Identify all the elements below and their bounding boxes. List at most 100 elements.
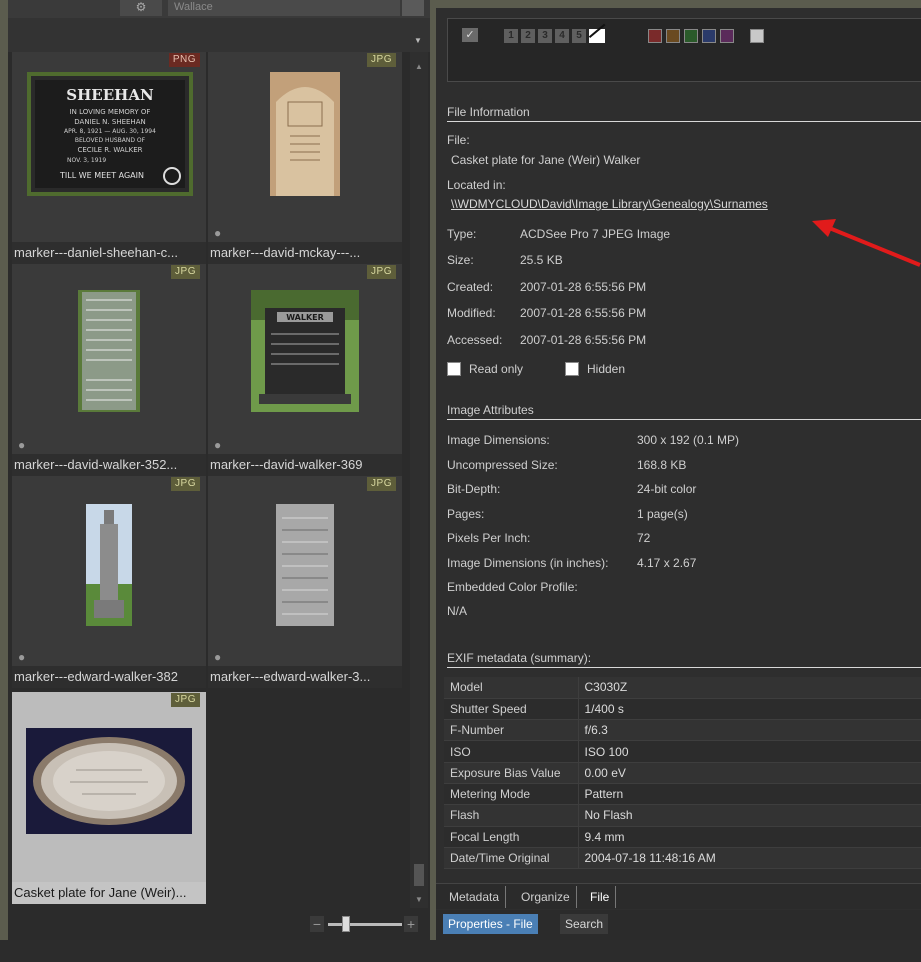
scroll-down-icon[interactable]: ▼ [415,895,423,904]
size-label: Size: [447,253,474,267]
rating-4-button[interactable]: 4 [555,29,569,43]
stone-text-line: DANIEL N. SHEEHAN [74,118,145,126]
location-pin-icon: ● [214,650,222,664]
stone-text-line: TILL WE MEET AGAIN [59,171,144,180]
chevron-down-icon[interactable]: ▼ [414,36,422,45]
exif-value[interactable]: ISO 100 [578,740,921,763]
thumbnail-tile[interactable]: JPG ● marker---david-walker-352... [12,264,206,476]
tab-metadata[interactable]: Metadata [443,886,507,908]
attr-label: Pages: [447,507,485,521]
color-label-orange[interactable] [666,29,680,43]
created-label: Created: [447,280,494,294]
thumbnail-tile[interactable]: JPG ● marker---edward-walker-3... [208,476,402,688]
zoom-slider-track[interactable] [328,923,402,926]
exif-value[interactable]: C3030Z [578,677,921,699]
attr-value: 24-bit color [637,482,697,496]
section-header-image-attributes[interactable]: Image Attributes [447,400,921,420]
zoom-slider-thumb[interactable] [342,916,350,932]
thumbnail-image: WALKER [251,290,359,412]
zoom-out-button[interactable]: − [310,916,324,932]
annotation-arrow-icon [812,219,921,267]
exif-key: Date/Time Original [444,847,579,870]
thumbnail-tile[interactable]: JPG ● marker---david-mckay---... [208,52,402,264]
attr-value: 300 x 192 (0.1 MP) [637,433,740,447]
exif-key: Metering Mode [444,783,579,806]
rating-2-button[interactable]: 2 [521,29,535,43]
size-value: 25.5 KB [520,253,563,267]
zoom-in-button[interactable]: + [404,916,418,932]
file-type-badge: JPG [367,265,396,279]
attr-value: 4.17 x 2.67 [637,556,697,570]
file-type-badge: PNG [168,53,200,67]
read-only-checkbox[interactable] [447,362,461,376]
stone-text-line: APR. 8, 1921 — AUG. 30, 1994 [64,128,156,135]
scroll-thumb[interactable] [414,864,424,886]
read-only-label: Read only [469,362,524,376]
attr-label: Embedded Color Profile: [447,580,578,594]
exif-key: Shutter Speed [444,698,579,721]
color-label-clear[interactable] [750,29,764,43]
browser-scrollbar[interactable]: ▲ ▼ [410,52,428,908]
table-row: Shutter Speed 1/400 s [444,698,921,721]
rating-1-button[interactable]: 1 [504,29,518,43]
exif-value[interactable]: 9.4 mm [578,826,921,848]
exif-value[interactable]: 0.00 eV [578,762,921,784]
color-label-red[interactable] [648,29,662,43]
file-type-badge: JPG [171,693,200,707]
thumbnail-caption: marker---edward-walker-3... [208,666,402,688]
accessed-value: 2007-01-28 6:55:56 PM [520,333,647,347]
thumbnail-image [276,504,334,626]
tab-search[interactable]: Search [560,914,609,934]
exif-key: Model [444,677,579,699]
location-pin-icon: ● [18,650,26,664]
located-label: Located in: [447,178,506,192]
status-bar [0,940,921,962]
table-row: Metering Mode Pattern [444,783,921,806]
file-type-badge: JPG [171,477,200,491]
color-label-green[interactable] [684,29,698,43]
tab-file[interactable]: File [584,886,617,908]
section-header-exif[interactable]: EXIF metadata (summary): [447,648,921,668]
thumbnail-tile[interactable]: JPG WALKER ● marker---david-walker-369 [208,264,402,476]
sort-bar [8,18,430,52]
tag-checkbox[interactable]: ✓ [462,28,478,42]
toolbar-toggle-button[interactable] [402,0,424,16]
type-label: Type: [447,227,477,241]
search-input[interactable]: Wallace [168,0,400,16]
rating-3-button[interactable]: 3 [538,29,552,43]
thumbnail-tile[interactable]: JPG ● marker---edward-walker-382 [12,476,206,688]
file-type-badge: JPG [367,477,396,491]
color-label-blue[interactable] [702,29,716,43]
exif-value[interactable]: No Flash [578,804,921,827]
clear-rating-button[interactable] [589,29,605,43]
file-label: File: [447,133,470,147]
thumbnail-tile-selected[interactable]: JPG Casket plate for Jane (Weir)... [12,692,206,904]
scroll-up-icon[interactable]: ▲ [415,62,423,71]
tab-organize[interactable]: Organize [515,886,577,908]
table-row: Date/Time Original 2004-07-18 11:48:16 AM [444,847,921,870]
thumbnail-caption: Casket plate for Jane (Weir)... [12,882,206,904]
color-label-purple[interactable] [720,29,734,43]
table-row: Exposure Bias Value 0.00 eV [444,762,921,784]
thumbnail-tile[interactable]: PNG SHEEHAN IN LOVING MEMORY OF DANIEL N… [12,52,206,264]
exif-value[interactable]: f/6.3 [578,719,921,742]
attr-value: 72 [637,531,651,545]
hidden-label: Hidden [587,362,626,376]
file-type-badge: JPG [367,53,396,67]
modified-value: 2007-01-28 6:55:56 PM [520,306,647,320]
thumbnail-caption: marker---daniel-sheehan-c... [12,242,206,264]
exif-value[interactable]: Pattern [578,783,921,806]
exif-value[interactable]: 2004-07-18 11:48:16 AM [578,847,921,870]
rating-5-button[interactable]: 5 [572,29,586,43]
section-header-file-info[interactable]: File Information [447,102,921,122]
exif-key: Flash [444,804,579,827]
gear-icon[interactable]: ⚙ [120,0,162,16]
exif-value[interactable]: 1/400 s [578,698,921,721]
table-row: Model C3030Z [444,677,921,699]
tab-properties-file[interactable]: Properties - File [443,914,538,934]
thumbnail-caption: marker---david-walker-369 [208,454,402,476]
table-row: Focal Length 9.4 mm [444,826,921,848]
hidden-checkbox[interactable] [565,362,579,376]
exif-table: Model C3030Z Shutter Speed 1/400 s F-Numbe… [444,677,921,870]
located-path-link[interactable]: \\WDMYCLOUD\David\Image Library\Genealog… [451,197,768,211]
